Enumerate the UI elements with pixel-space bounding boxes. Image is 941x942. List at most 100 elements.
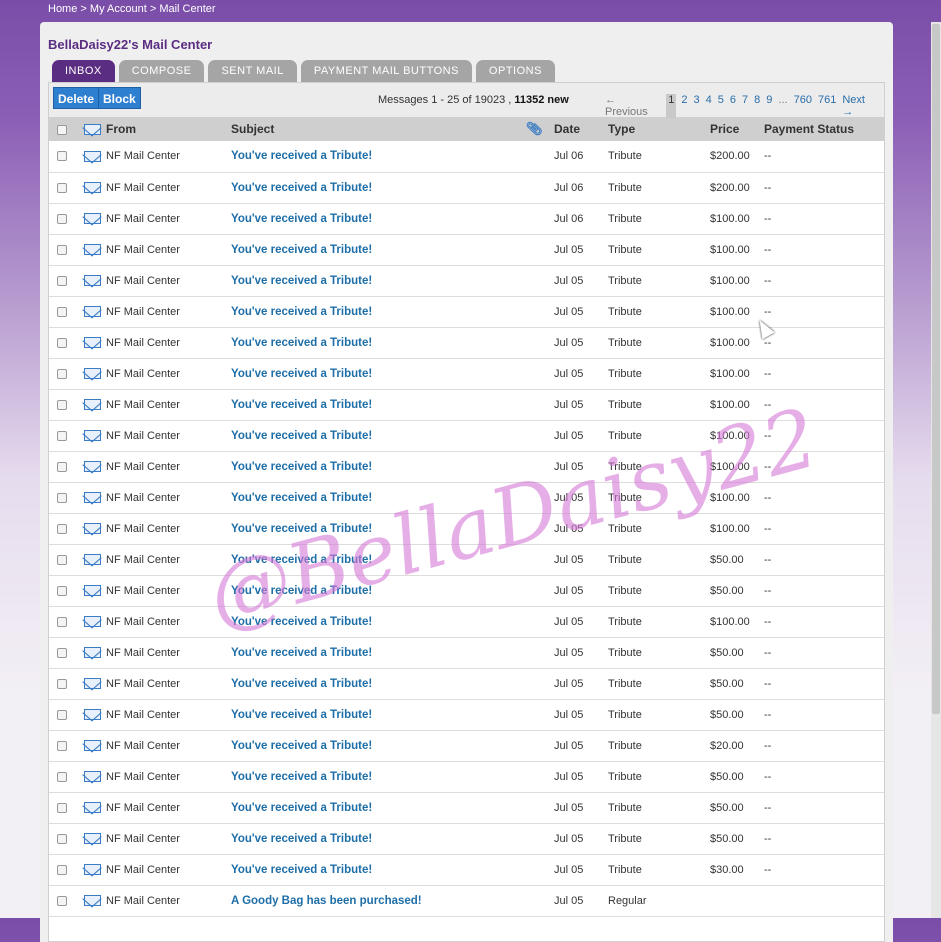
message-subject[interactable]: You've received a Tribute!	[231, 761, 526, 793]
page-link[interactable]: 8	[754, 94, 760, 118]
row-checkbox[interactable]	[57, 802, 67, 813]
table-row[interactable]: NF Mail Center You've received a Tribute!…	[49, 513, 884, 545]
page-link[interactable]: 2	[681, 94, 687, 118]
message-subject[interactable]: You've received a Tribute!	[231, 513, 526, 545]
next-page-link[interactable]: Next →	[842, 94, 878, 118]
row-checkbox[interactable]	[57, 709, 67, 720]
table-row[interactable]: NF Mail Center You've received a Tribute!…	[49, 699, 884, 731]
message-subject[interactable]: You've received a Tribute!	[231, 234, 526, 266]
message-subject[interactable]: You've received a Tribute!	[231, 544, 526, 576]
select-all-checkbox[interactable]	[57, 124, 67, 135]
row-checkbox[interactable]	[57, 554, 67, 565]
message-subject[interactable]: You've received a Tribute!	[231, 668, 526, 700]
table-row[interactable]: NF Mail Center You've received a Tribute!…	[49, 203, 884, 235]
table-row[interactable]: NF Mail Center You've received a Tribute!…	[49, 823, 884, 855]
tab-sent-mail[interactable]: SENT MAIL	[208, 60, 297, 82]
message-subject[interactable]: You've received a Tribute!	[231, 730, 526, 762]
message-subject[interactable]: You've received a Tribute!	[231, 358, 526, 390]
message-subject[interactable]: You've received a Tribute!	[231, 203, 526, 235]
table-row[interactable]: NF Mail Center You've received a Tribute!…	[49, 234, 884, 266]
previous-page-link[interactable]: ← Previous	[605, 94, 660, 118]
row-checkbox[interactable]	[57, 678, 67, 689]
table-row[interactable]: NF Mail Center You've received a Tribute!…	[49, 792, 884, 824]
breadcrumb-home[interactable]: Home	[48, 3, 77, 15]
breadcrumb-my-account[interactable]: My Account	[90, 3, 147, 15]
table-row[interactable]: NF Mail Center You've received a Tribute!…	[49, 544, 884, 576]
table-row[interactable]: NF Mail Center A Goody Bag has been purch…	[49, 885, 884, 917]
scrollbar-thumb[interactable]	[932, 24, 940, 714]
message-subject[interactable]: You've received a Tribute!	[231, 823, 526, 855]
row-checkbox[interactable]	[57, 337, 67, 348]
table-row[interactable]: NF Mail Center You've received a Tribute!…	[49, 389, 884, 421]
row-checkbox[interactable]	[57, 306, 67, 317]
table-row[interactable]: NF Mail Center You've received a Tribute!…	[49, 172, 884, 204]
message-subject[interactable]: You've received a Tribute!	[231, 699, 526, 731]
table-row[interactable]: NF Mail Center You've received a Tribute!…	[49, 668, 884, 700]
page-link[interactable]: 7	[742, 94, 748, 118]
row-checkbox[interactable]	[57, 585, 67, 596]
table-row[interactable]: NF Mail Center You've received a Tribute!…	[49, 451, 884, 483]
tab-options[interactable]: OPTIONS	[475, 60, 555, 82]
message-subject[interactable]: You've received a Tribute!	[231, 575, 526, 607]
row-checkbox[interactable]	[57, 492, 67, 503]
column-header-payment-status[interactable]: Payment Status	[764, 117, 884, 141]
row-checkbox[interactable]	[57, 275, 67, 286]
row-checkbox[interactable]	[57, 647, 67, 658]
table-row[interactable]: NF Mail Center You've received a Tribute!…	[49, 575, 884, 607]
table-row[interactable]: NF Mail Center You've received a Tribute!…	[49, 265, 884, 297]
tab-payment-mail-buttons[interactable]: PAYMENT MAIL BUTTONS	[300, 60, 472, 82]
message-subject[interactable]: You've received a Tribute!	[231, 854, 526, 886]
page-link[interactable]: 3	[694, 94, 700, 118]
column-header-type[interactable]: Type	[608, 117, 710, 141]
row-checkbox[interactable]	[57, 461, 67, 472]
message-subject[interactable]: You've received a Tribute!	[231, 389, 526, 421]
table-row[interactable]: NF Mail Center You've received a Tribute!…	[49, 761, 884, 793]
tab-inbox[interactable]: INBOX	[52, 60, 115, 82]
page-link[interactable]: 4	[706, 94, 712, 118]
row-checkbox[interactable]	[57, 182, 67, 193]
page-link[interactable]: 5	[718, 94, 724, 118]
table-row[interactable]: NF Mail Center You've received a Tribute!…	[49, 482, 884, 514]
row-checkbox[interactable]	[57, 213, 67, 224]
row-checkbox[interactable]	[57, 399, 67, 410]
message-subject[interactable]: You've received a Tribute!	[231, 296, 526, 328]
table-row[interactable]: NF Mail Center You've received a Tribute!…	[49, 606, 884, 638]
message-subject[interactable]: You've received a Tribute!	[231, 792, 526, 824]
message-subject[interactable]: You've received a Tribute!	[231, 141, 526, 173]
message-subject[interactable]: You've received a Tribute!	[231, 172, 526, 204]
column-header-subject[interactable]: Subject	[231, 117, 526, 141]
message-subject[interactable]: A Goody Bag has been purchased!	[231, 885, 526, 917]
row-checkbox[interactable]	[57, 430, 67, 441]
table-row[interactable]: NF Mail Center You've received a Tribute!…	[49, 141, 884, 173]
table-row[interactable]: NF Mail Center You've received a Tribute!…	[49, 730, 884, 762]
row-checkbox[interactable]	[57, 740, 67, 751]
page-link[interactable]: 9	[766, 94, 772, 118]
table-row[interactable]: NF Mail Center You've received a Tribute!…	[49, 420, 884, 452]
row-checkbox[interactable]	[57, 523, 67, 534]
message-subject[interactable]: You've received a Tribute!	[231, 265, 526, 297]
message-subject[interactable]: You've received a Tribute!	[231, 637, 526, 669]
message-subject[interactable]: You've received a Tribute!	[231, 327, 526, 359]
message-subject[interactable]: You've received a Tribute!	[231, 420, 526, 452]
row-checkbox[interactable]	[57, 244, 67, 255]
message-subject[interactable]: You've received a Tribute!	[231, 482, 526, 514]
row-checkbox[interactable]	[57, 895, 67, 906]
row-checkbox[interactable]	[57, 368, 67, 379]
column-header-date[interactable]: Date	[554, 117, 608, 141]
block-button[interactable]: Block	[98, 87, 141, 109]
row-checkbox[interactable]	[57, 833, 67, 844]
tab-compose[interactable]: COMPOSE	[118, 60, 205, 82]
page-link[interactable]: 6	[730, 94, 736, 118]
row-checkbox[interactable]	[57, 616, 67, 627]
message-subject[interactable]: You've received a Tribute!	[231, 451, 526, 483]
row-checkbox[interactable]	[57, 771, 67, 782]
message-subject[interactable]: You've received a Tribute!	[231, 606, 526, 638]
table-row[interactable]: NF Mail Center You've received a Tribute!…	[49, 854, 884, 886]
table-row[interactable]: NF Mail Center You've received a Tribute!…	[49, 358, 884, 390]
row-checkbox[interactable]	[57, 151, 67, 162]
delete-button[interactable]: Delete	[53, 87, 100, 109]
page-link[interactable]: 761	[818, 94, 836, 118]
column-header-price[interactable]: Price	[710, 117, 764, 141]
table-row[interactable]: NF Mail Center You've received a Tribute!…	[49, 637, 884, 669]
page-link[interactable]: 760	[794, 94, 812, 118]
